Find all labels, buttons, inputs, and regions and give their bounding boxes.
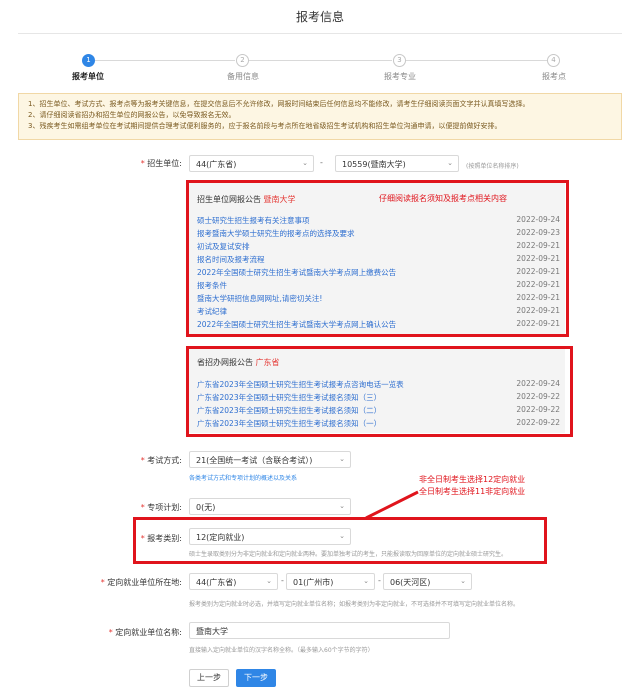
unit-label: * 招生单位: [140,159,182,168]
notice-line: 3、残疾考生如需组考单位在考试期间提供合理考试便利服务的，应于报名前段与考点所在… [28,122,502,130]
employer-name-hint: 直接输入定向就业单位的汉字名称全称。（最多输入60个字节的字符） [189,647,374,654]
employer-location-label: * 定向就业单位所在地: [100,578,182,587]
separator-dash: - [320,158,323,167]
employer-city-select[interactable]: 01(广州市) ⌄ [286,573,375,590]
employer-name-input[interactable]: 暨南大学 [189,622,450,639]
step-4-label: 报考点 [542,72,566,81]
unit-school-select[interactable]: 10559(暨南大学) ⌄ [335,155,459,172]
employer-district-select[interactable]: 06(天河区) ⌄ [383,573,472,590]
highlight-box [186,346,573,437]
chevron-down-icon: ⌄ [302,159,308,167]
notice-line: 1、招生单位、考试方式、报考点等为报考关键信息，在提交信息后不允许修改，网报时间… [28,100,530,108]
category-annotation-line: 全日制考生选择11非定向就业 [419,487,526,496]
next-button[interactable]: 下一步 [236,669,276,687]
chevron-down-icon: ⌄ [447,159,453,167]
title-divider [18,33,622,34]
separator-dash: - [378,576,381,585]
step-1-circle: 1 [82,54,95,67]
step-connector [406,60,547,61]
notice-line: 2、请仔细阅读省招办和招生单位的网报公告，以免导致报名无效。 [28,111,236,119]
chevron-down-icon: ⌄ [339,455,345,463]
annotation-arrow-line [365,490,419,520]
separator-dash: - [281,576,284,585]
step-3-label: 报考专业 [384,72,416,81]
chevron-down-icon: ⌄ [266,577,272,585]
special-plan-select[interactable]: 0(无) ⌄ [189,498,351,515]
employer-name-label: * 定向就业单位名称: [108,628,182,637]
unit-sort-hint: (按照单位名称排序) [466,163,519,170]
unit-province-select[interactable]: 44(广东省) ⌄ [189,155,314,172]
page-title: 报考信息 [295,10,344,24]
step-connector [249,60,392,61]
chevron-down-icon: ⌄ [460,577,466,585]
step-1-label: 报考单位 [72,72,104,81]
highlight-box [133,517,547,564]
step-connector [95,60,235,61]
employer-province-select[interactable]: 44(广东省) ⌄ [189,573,278,590]
prev-button[interactable]: 上一步 [189,669,229,687]
special-plan-label: * 专项计划: [140,503,182,512]
chevron-down-icon: ⌄ [363,577,369,585]
exam-mode-help-link[interactable]: 各类考试方式和专项计划的概述以及关系 [189,473,297,482]
highlight-box [186,180,569,337]
category-annotation-line: 非全日制考生选择12定向就业 [419,475,526,484]
step-2-circle: 2 [236,54,249,67]
notice-box: 1、招生单位、考试方式、报考点等为报考关键信息，在提交信息后不允许修改，网报时间… [18,93,622,140]
step-4-circle: 4 [547,54,560,67]
step-2-label: 备用信息 [227,72,259,81]
chevron-down-icon: ⌄ [339,502,345,510]
exam-mode-label: * 考试方式: [140,456,182,465]
employer-location-hint: 报考类别为定向就业时必选，并填写定向就业单位名称；如报考类别为非定向就业，不可选… [189,601,520,608]
exam-mode-select[interactable]: 21(全国统一考试（含联合考试）) ⌄ [189,451,351,468]
step-3-circle: 3 [393,54,406,67]
